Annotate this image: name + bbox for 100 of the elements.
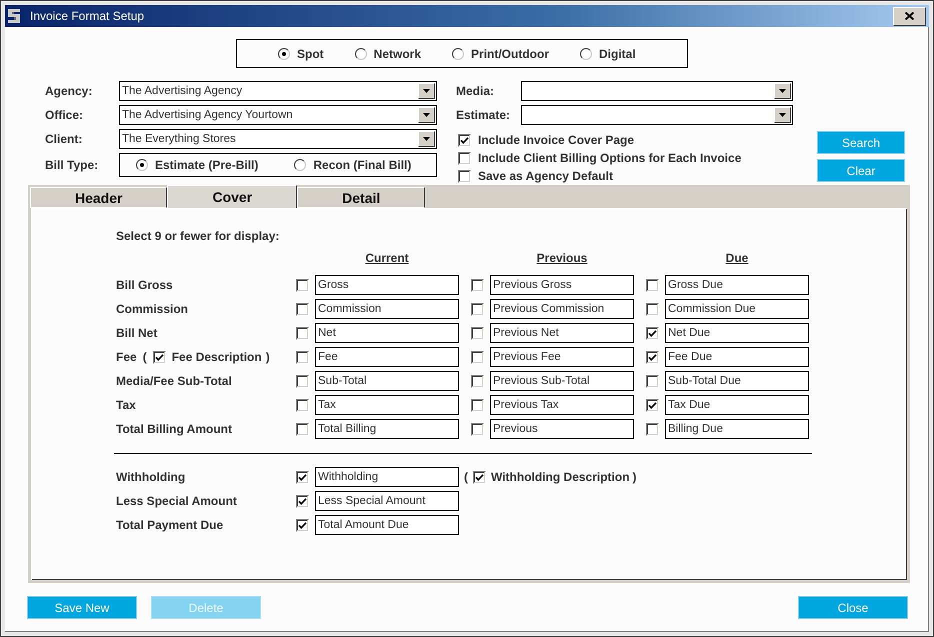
checkbox[interactable] — [458, 134, 471, 146]
text-field[interactable]: Previous — [490, 419, 634, 439]
radio-button[interactable] — [278, 48, 290, 60]
dropdown-button[interactable] — [418, 83, 435, 99]
text-field[interactable]: Withholding — [315, 467, 459, 487]
checkbox[interactable] — [473, 470, 486, 484]
checkbox[interactable] — [646, 398, 659, 412]
field-label: Bill Type: — [45, 158, 100, 172]
checkbox[interactable] — [296, 326, 309, 340]
text-field[interactable]: Net — [315, 323, 459, 343]
radio-label: Estimate (Pre-Bill) — [155, 158, 258, 172]
checkbox[interactable] — [152, 350, 166, 364]
text-field[interactable]: Gross Due — [665, 275, 809, 295]
dropdown-field[interactable] — [521, 105, 793, 125]
checkbox[interactable] — [471, 350, 484, 364]
checkbox[interactable] — [471, 302, 484, 316]
checkbox[interactable] — [471, 374, 484, 388]
parenthesis: ( — [464, 470, 468, 484]
caret-icon — [423, 113, 430, 117]
checkbox[interactable] — [296, 398, 309, 412]
checkbox[interactable] — [296, 302, 309, 316]
text-field[interactable]: Tax — [315, 395, 459, 415]
text-field[interactable]: Total Amount Due — [315, 515, 459, 535]
text-field[interactable]: Fee — [315, 347, 459, 367]
description-label: Fee Description — [172, 350, 262, 364]
parenthesis: ( — [142, 350, 147, 364]
dropdown-button[interactable] — [774, 83, 791, 99]
dropdown-button[interactable] — [418, 131, 435, 147]
radio-button[interactable] — [136, 159, 148, 171]
checkbox[interactable] — [296, 374, 309, 388]
caret-icon — [423, 89, 430, 93]
text-field[interactable]: Previous Sub-Total — [490, 371, 634, 391]
row-label: Bill Gross — [116, 278, 173, 292]
instruction-text: Select 9 or fewer for display: — [116, 229, 280, 243]
text-field[interactable]: Less Special Amount — [315, 491, 459, 511]
radio-label: Network — [374, 46, 422, 60]
checkbox[interactable] — [646, 422, 659, 436]
checkbox[interactable] — [296, 518, 309, 532]
radio-label: Recon (Final Bill) — [313, 158, 412, 172]
text-field[interactable]: Sub-Total Due — [665, 371, 809, 391]
checkbox[interactable] — [296, 494, 309, 508]
text-field[interactable]: Previous Net — [490, 323, 634, 343]
dropdown-button[interactable] — [418, 107, 435, 123]
text-field[interactable]: Sub-Total — [315, 371, 459, 391]
checkbox[interactable] — [646, 278, 659, 292]
radio-button[interactable] — [354, 48, 367, 60]
text-field[interactable]: Net Due — [665, 323, 809, 343]
row-label: Tax — [116, 398, 136, 412]
dropdown-field[interactable]: The Advertising Agency — [119, 81, 437, 101]
text-field[interactable]: Previous Commission — [490, 299, 634, 319]
caret-icon — [779, 89, 786, 93]
checkbox[interactable] — [471, 278, 484, 292]
row-label: Media/Fee Sub-Total — [116, 374, 232, 388]
text-field[interactable]: Fee Due — [665, 347, 809, 367]
checkbox-label: Save as Agency Default — [478, 169, 613, 183]
row-label: Total Billing Amount — [116, 422, 232, 436]
dropdown-button[interactable] — [774, 107, 791, 123]
field-label: Office: — [45, 108, 84, 122]
column-header: Previous — [536, 251, 588, 265]
tab[interactable]: Cover — [167, 185, 298, 208]
radio-button[interactable] — [294, 159, 306, 171]
checkbox[interactable] — [458, 170, 471, 182]
field-label: Estimate: — [456, 108, 512, 122]
caret-icon — [779, 113, 786, 117]
checkbox[interactable] — [296, 350, 309, 364]
text-field[interactable]: Commission Due — [665, 299, 809, 319]
checkbox[interactable] — [471, 326, 484, 340]
checkbox[interactable] — [646, 302, 659, 316]
checkbox[interactable] — [296, 278, 309, 292]
checkbox[interactable] — [458, 152, 471, 164]
field-label: Agency: — [45, 84, 94, 98]
column-header: Due — [726, 251, 748, 265]
text-field[interactable]: Previous Fee — [490, 347, 634, 367]
text-field[interactable]: Previous Gross — [490, 275, 634, 295]
row-label: Commission — [116, 302, 188, 316]
checkbox[interactable] — [646, 326, 659, 340]
text-field[interactable]: Total Billing — [315, 419, 459, 439]
checkbox[interactable] — [646, 374, 659, 388]
text-field[interactable]: Previous Tax — [490, 395, 634, 415]
dropdown-field[interactable]: The Advertising Agency Yourtown — [119, 105, 437, 125]
checkbox[interactable] — [646, 350, 659, 364]
checkbox[interactable] — [471, 398, 484, 412]
checkbox[interactable] — [296, 470, 309, 484]
close-button[interactable] — [893, 6, 926, 26]
text-field[interactable]: Billing Due — [665, 419, 809, 439]
checkbox[interactable] — [296, 422, 309, 436]
radio-label: Spot — [297, 46, 324, 60]
field-label: Media: — [456, 84, 496, 98]
tab[interactable]: Header — [30, 187, 168, 208]
tab[interactable]: Detail — [297, 187, 426, 208]
text-field[interactable]: Tax Due — [665, 395, 809, 415]
checkbox-label: Include Invoice Cover Page — [478, 133, 634, 147]
row-label: Withholding — [116, 470, 186, 484]
row-label: Fee — [116, 350, 137, 364]
checkbox[interactable] — [471, 422, 484, 436]
dropdown-field[interactable]: The Everything Stores — [119, 129, 437, 149]
parenthesis: ) — [266, 350, 270, 364]
dropdown-field[interactable] — [521, 81, 793, 101]
text-field[interactable]: Commission — [315, 299, 459, 319]
text-field[interactable]: Gross — [315, 275, 459, 295]
